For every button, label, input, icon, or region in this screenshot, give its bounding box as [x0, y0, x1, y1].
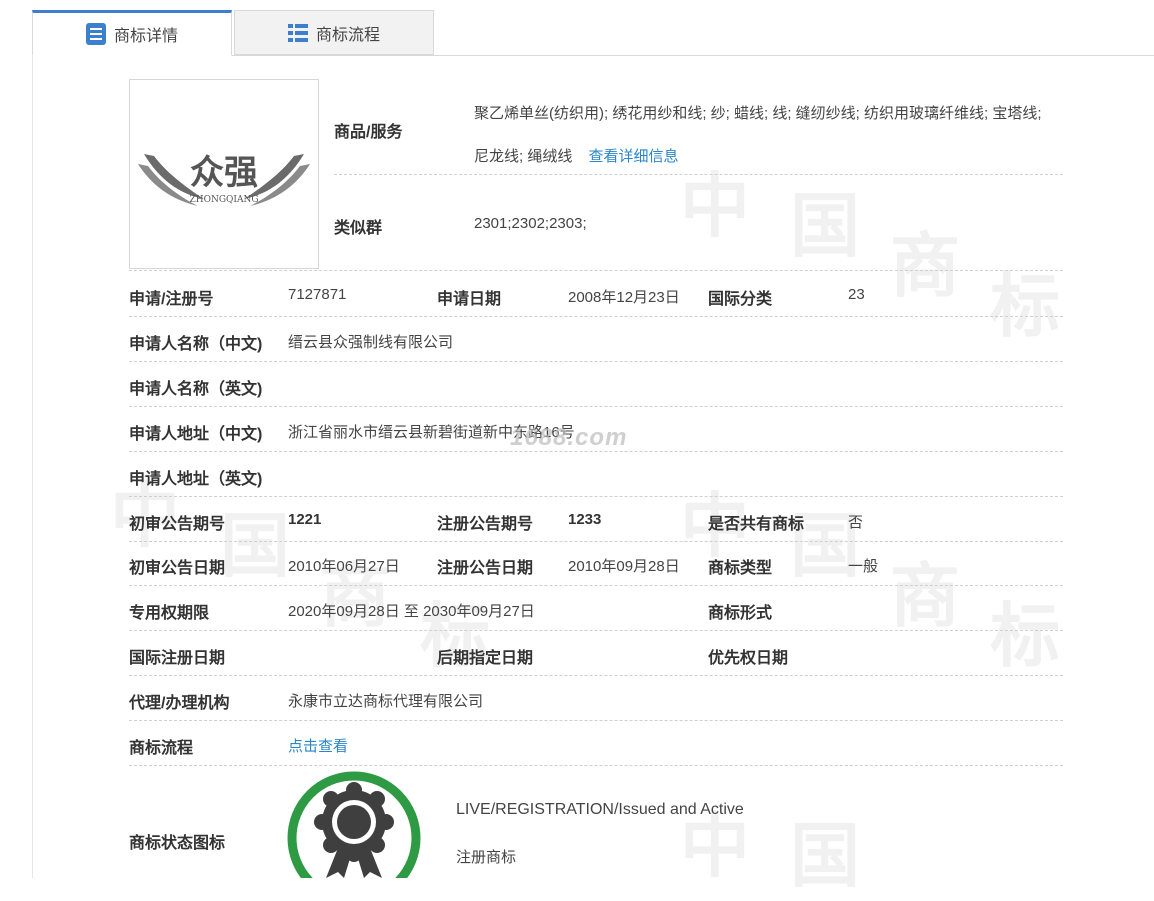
tab-label: 商标详情: [113, 28, 178, 45]
list-grid-icon: [287, 23, 308, 42]
status-cn: 注册商标: [456, 849, 517, 866]
reg-no-label: 申请/注册号: [129, 291, 214, 308]
goods-list: 聚乙烯单丝(纺织用); 绣花用纱和线; 纱; 蜡线; 线; 缝纫纱线; 纺织用玻…: [474, 105, 1042, 165]
similar-group-label: 类似群: [334, 220, 383, 237]
tab-trademark-flow[interactable]: 商标流程: [234, 10, 434, 55]
divider: [129, 361, 1063, 362]
logo-text-cn: 众强: [190, 153, 258, 193]
intl-class-value: 23: [848, 286, 865, 303]
similar-group-value: 2301;2302;2303;: [474, 215, 587, 232]
reg-issue-value: 1233: [568, 511, 602, 528]
reg-date-value: 2010年09月28日: [568, 558, 680, 575]
apply-date-label: 申请日期: [437, 291, 502, 308]
trademark-image: 众强 ZHONGQIANG: [138, 153, 310, 206]
reg-date-label: 注册公告日期: [437, 560, 534, 577]
divider: [129, 406, 1063, 407]
prelim-issue-label: 初审公告期号: [129, 516, 226, 533]
divider: [129, 541, 1063, 542]
divider: [129, 270, 1063, 271]
flow-label: 商标流程: [129, 740, 194, 757]
list-doc-icon: [85, 23, 106, 45]
exclusive-period-label: 专用权期限: [129, 605, 210, 622]
divider: [129, 675, 1063, 676]
later-date-label: 后期指定日期: [437, 650, 534, 667]
exclusive-period-value: 2020年09月28日 至 2030年09月27日: [288, 603, 535, 620]
tab-bar: 商标详情 商标流程: [32, 10, 1154, 56]
goods-value: 聚乙烯单丝(纺织用); 绣花用纱和线; 纱; 蜡线; 线; 缝纫纱线; 纺织用玻…: [474, 92, 1059, 178]
view-flow-link[interactable]: 点击查看: [288, 735, 348, 756]
trademark-logo: 众强 ZHONGQIANG: [129, 79, 319, 269]
divider: [129, 496, 1063, 497]
address-en-label: 申请人地址（英文): [129, 471, 263, 488]
tm-type-label: 商标类型: [708, 560, 773, 577]
tm-type-value: 一般: [848, 558, 879, 575]
site-watermark: 1688.com: [510, 424, 628, 451]
applicant-cn-label: 申请人名称（中文): [129, 336, 263, 353]
agency-value: 永康市立达商标代理有限公司: [288, 693, 484, 710]
address-cn-label: 申请人地址（中文): [129, 426, 263, 443]
prelim-issue-value: 1221: [288, 511, 322, 528]
tm-form-label: 商标形式: [708, 605, 773, 622]
reg-no-value: 7127871: [288, 286, 347, 303]
tab-label: 商标流程: [315, 26, 380, 44]
divider: [129, 451, 1063, 452]
tab-trademark-details[interactable]: 商标详情: [32, 10, 232, 56]
intl-class-label: 国际分类: [708, 291, 773, 308]
divider: [129, 630, 1063, 631]
priority-date-label: 优先权日期: [708, 650, 789, 667]
intl-reg-date-label: 国际注册日期: [129, 650, 226, 667]
status-icon-label: 商标状态图标: [129, 835, 226, 852]
shared-value: 否: [848, 514, 864, 531]
view-details-link[interactable]: 查看详细信息: [589, 148, 679, 165]
apply-date-value: 2008年12月23日: [568, 289, 680, 306]
logo-text-en: ZHONGQIANG: [189, 195, 258, 205]
agency-label: 代理/办理机构: [129, 695, 230, 712]
divider: [129, 765, 1063, 766]
status-en: LIVE/REGISTRATION/Issued and Active: [456, 801, 744, 818]
reg-issue-label: 注册公告期号: [437, 516, 534, 533]
prelim-date-label: 初审公告日期: [129, 560, 226, 577]
divider: [129, 316, 1063, 317]
divider: [129, 585, 1063, 586]
applicant-en-label: 申请人名称（英文): [129, 381, 263, 398]
registered-badge-icon: [286, 770, 422, 901]
prelim-date-value: 2010年06月27日: [288, 558, 400, 575]
applicant-cn-value: 缙云县众强制线有限公司: [288, 334, 454, 351]
divider: [129, 720, 1063, 721]
shared-label: 是否共有商标: [708, 516, 805, 533]
divider: [334, 174, 1063, 175]
goods-label: 商品/服务: [334, 124, 403, 141]
